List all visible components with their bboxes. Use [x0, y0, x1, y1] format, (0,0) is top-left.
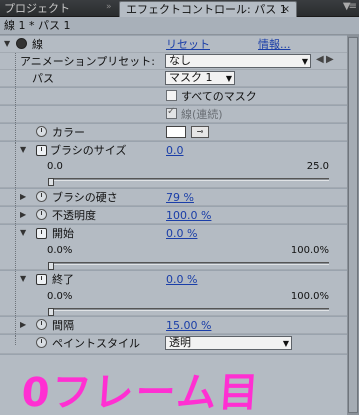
stopwatch-icon[interactable]: [36, 337, 47, 348]
about-link[interactable]: 情報...: [258, 37, 291, 52]
path-row: パス マスク 1 ▼: [0, 70, 347, 87]
paint-style-dropdown[interactable]: 透明 ▼: [165, 336, 292, 350]
tree-line: [15, 106, 16, 123]
all-masks-checkbox[interactable]: [166, 90, 177, 101]
start-value[interactable]: 0.0 %: [166, 226, 197, 241]
tree-line: [15, 70, 16, 87]
preset-prev-icon[interactable]: ◀: [316, 54, 324, 65]
all-masks-label: すべてのマスク: [181, 90, 257, 103]
chevron-down-icon: ▼: [301, 57, 308, 66]
start-track[interactable]: [51, 262, 329, 265]
twirl-right-icon[interactable]: ▶: [20, 192, 29, 202]
twirl-down-icon[interactable]: ▼: [4, 39, 13, 49]
stopwatch-icon[interactable]: [36, 191, 47, 202]
paint-style-label: ペイントスタイル: [52, 337, 140, 350]
animation-preset-row: アニメーションプリセット: なし ▼ ◀ ▶: [0, 53, 347, 70]
all-masks-row: すべてのマスク: [0, 88, 347, 105]
brush-size-value[interactable]: 0.0: [166, 143, 184, 158]
end-group: ▼ 終了 0.0 % 0.0% 100.0%: [0, 271, 347, 316]
start-max: 100.0%: [290, 245, 329, 256]
scrollbar-thumb[interactable]: [348, 37, 358, 413]
opacity-label: 不透明度: [52, 209, 96, 222]
tree-line: [15, 317, 16, 334]
path-label: パス: [32, 72, 54, 85]
frame-annotation: 0フレーム目: [20, 370, 262, 415]
paint-style-row: ペイントスタイル 透明 ▼: [0, 335, 347, 354]
stroke-sequential-label: 線(連続): [181, 108, 223, 121]
start-label: 開始: [52, 227, 74, 240]
twirl-right-icon[interactable]: ▶: [20, 320, 29, 330]
opacity-row: ▶ 不透明度 100.0 %: [0, 207, 347, 224]
tab-effect-controls[interactable]: エフェクトコントロール: パス 1 ×: [119, 1, 297, 17]
spacing-row: ▶ 間隔 15.00 %: [0, 317, 347, 334]
brush-hardness-label: ブラシの硬さ: [52, 191, 118, 204]
eyedropper-icon[interactable]: ⊸: [191, 126, 209, 138]
path-value: マスク 1: [169, 71, 213, 84]
end-label: 終了: [52, 273, 74, 286]
twirl-down-icon[interactable]: ▼: [20, 145, 29, 155]
end-slider-handle[interactable]: [48, 308, 54, 316]
path-dropdown[interactable]: マスク 1 ▼: [165, 71, 235, 85]
twirl-down-icon[interactable]: ▼: [20, 274, 29, 284]
layer-breadcrumb: 線 1 * パス 1: [0, 17, 359, 35]
preset-next-icon[interactable]: ▶: [326, 54, 334, 65]
brush-hardness-value[interactable]: 79 %: [166, 190, 194, 205]
tab-project-label: プロジェクト: [4, 2, 70, 15]
brush-size-min: 0.0: [47, 161, 63, 172]
end-value[interactable]: 0.0 %: [166, 272, 197, 287]
color-label: カラー: [52, 126, 85, 139]
stroke-sequential-row: 線(連続): [0, 106, 347, 123]
end-max: 100.0%: [290, 291, 329, 302]
stopwatch-icon[interactable]: [36, 274, 47, 285]
start-group: ▼ 開始 0.0 % 0.0% 100.0%: [0, 225, 347, 270]
stroke-sequential-checkbox[interactable]: [166, 106, 177, 119]
tree-line: [15, 88, 16, 105]
close-tab-icon[interactable]: ×: [282, 2, 290, 17]
start-min: 0.0%: [47, 245, 73, 256]
spacing-label: 間隔: [52, 319, 74, 332]
spacing-value[interactable]: 15.00 %: [166, 318, 211, 333]
vertical-scrollbar[interactable]: [347, 35, 359, 415]
animation-preset-value: なし: [169, 54, 191, 67]
effect-name: 線: [32, 38, 43, 51]
end-min: 0.0%: [47, 291, 73, 302]
brush-hardness-row: ▶ ブラシの硬さ 79 %: [0, 189, 347, 206]
brush-size-max: 25.0: [306, 161, 329, 172]
color-row: カラー ⊸: [0, 124, 347, 141]
opacity-value[interactable]: 100.0 %: [166, 208, 211, 223]
stopwatch-icon[interactable]: [36, 228, 47, 239]
brush-size-label: ブラシのサイズ: [50, 144, 127, 157]
tab-effect-controls-label: エフェクトコントロール: パス 1: [126, 3, 287, 16]
tree-line: [15, 207, 16, 224]
effect-header-row: ▼ 線 リセット 情報...: [0, 36, 347, 53]
chevron-down-icon: ▼: [282, 339, 289, 348]
end-track[interactable]: [51, 308, 329, 311]
brush-size-group: ▼ ブラシのサイズ 0.0 0.0 25.0: [0, 142, 347, 188]
stopwatch-icon[interactable]: [36, 126, 47, 137]
tree-line: [15, 189, 16, 206]
paint-style-value: 透明: [169, 336, 191, 349]
tab-project[interactable]: プロジェクト: [0, 1, 98, 17]
panel-menu-icon[interactable]: ▼≡: [343, 1, 357, 12]
chevron-down-icon: ▼: [225, 74, 232, 83]
reset-link[interactable]: リセット: [166, 37, 210, 52]
stopwatch-icon[interactable]: [36, 209, 47, 220]
panel-tab-bar: プロジェクト » エフェクトコントロール: パス 1 × ▼≡: [0, 0, 359, 17]
twirl-down-icon[interactable]: ▼: [20, 228, 29, 238]
animation-preset-label: アニメーションプリセット:: [20, 55, 155, 68]
start-slider-handle[interactable]: [48, 262, 54, 270]
color-swatch[interactable]: [166, 126, 186, 138]
brush-size-track[interactable]: [51, 178, 329, 181]
tree-line: [15, 53, 16, 70]
animation-preset-dropdown[interactable]: なし ▼: [165, 54, 311, 68]
fx-toggle-icon[interactable]: [16, 38, 27, 49]
tab-scroll-icon[interactable]: »: [106, 2, 112, 12]
brush-size-slider-handle[interactable]: [48, 178, 54, 186]
tree-line: [15, 335, 16, 345]
tree-line: [15, 124, 16, 141]
stopwatch-icon[interactable]: [36, 319, 47, 330]
twirl-right-icon[interactable]: ▶: [20, 210, 29, 220]
stopwatch-icon[interactable]: [36, 145, 47, 156]
